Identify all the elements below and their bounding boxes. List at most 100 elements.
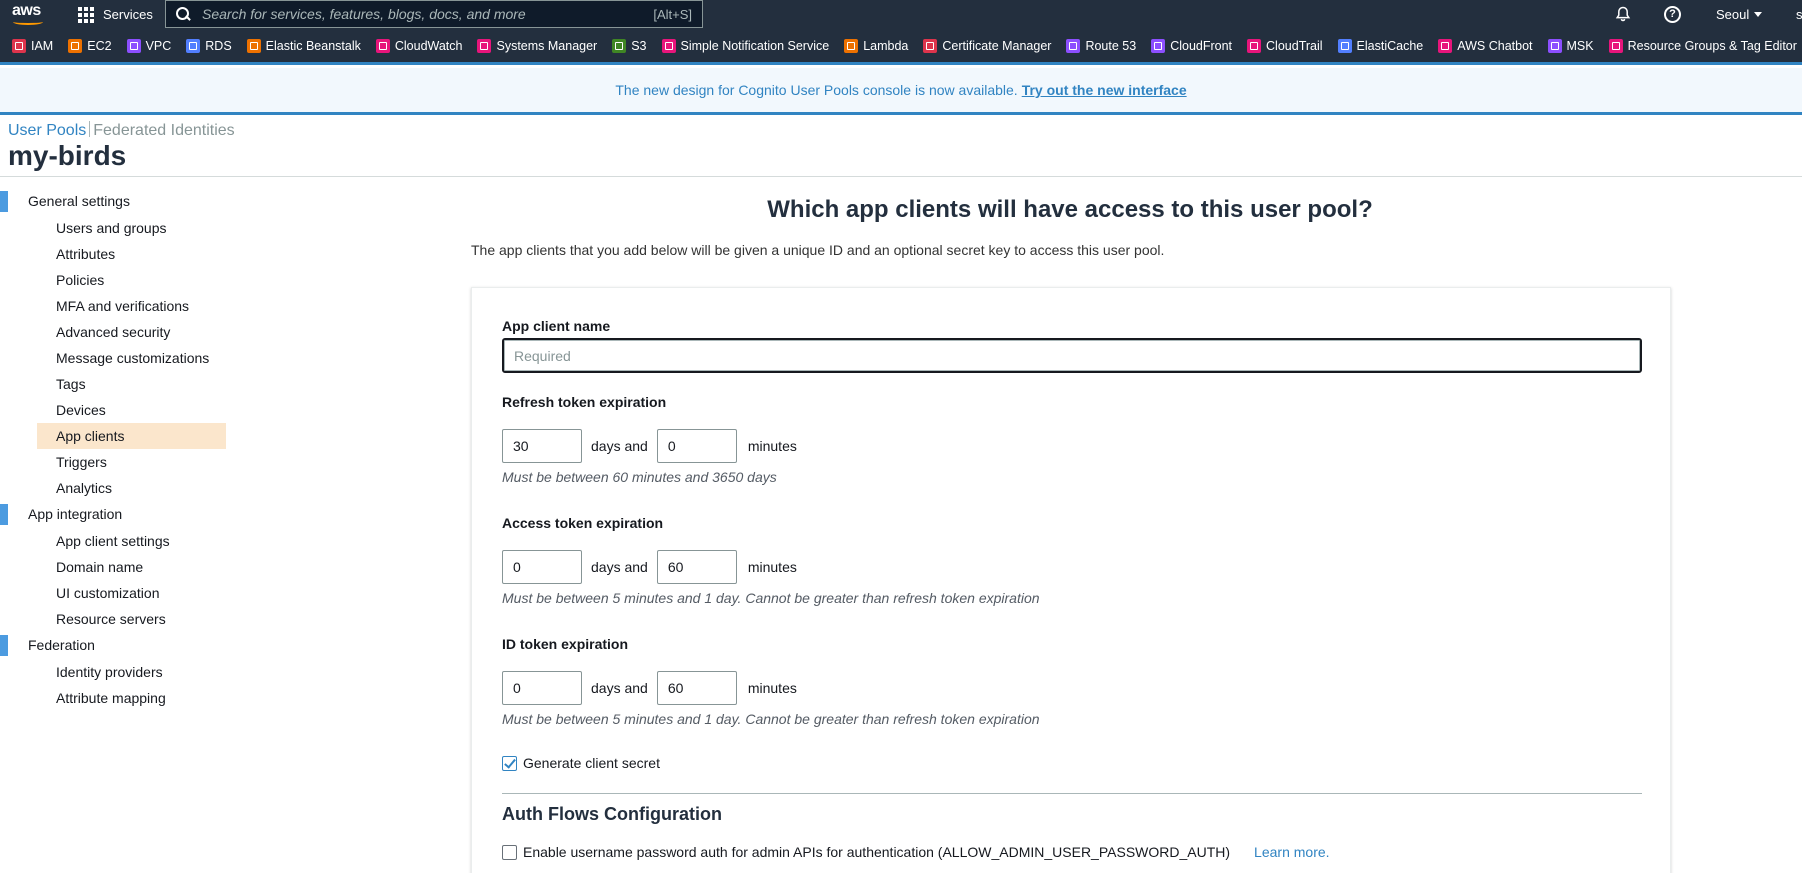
favorite-systems-manager[interactable]: Systems Manager bbox=[477, 38, 598, 53]
banner-text: The new design for Cognito User Pools co… bbox=[615, 82, 1018, 98]
id-days-input[interactable] bbox=[502, 671, 582, 705]
user-pools-link[interactable]: User Pools bbox=[8, 122, 86, 139]
favorite-s3[interactable]: S3 bbox=[612, 38, 647, 53]
favorite-elastic-beanstalk[interactable]: Elastic Beanstalk bbox=[246, 38, 361, 53]
search-input[interactable] bbox=[202, 6, 654, 22]
service-icon bbox=[477, 38, 492, 53]
favorite-label: VPC bbox=[145, 38, 172, 53]
sidebar-item-tags[interactable]: Tags bbox=[0, 371, 230, 397]
favorite-msk[interactable]: MSK bbox=[1547, 38, 1594, 53]
service-icon bbox=[1337, 38, 1352, 53]
sidebar-section-general-settings[interactable]: General settings bbox=[0, 188, 230, 215]
sidebar-item-attributes[interactable]: Attributes bbox=[0, 241, 230, 267]
sidebar-item-message-customizations[interactable]: Message customizations bbox=[0, 345, 230, 371]
service-icon bbox=[1608, 38, 1623, 53]
help-icon[interactable]: ? bbox=[1664, 6, 1681, 23]
sidebar-item-devices[interactable]: Devices bbox=[0, 397, 230, 423]
sidebar-item-attribute-mapping[interactable]: Attribute mapping bbox=[0, 685, 230, 711]
days-and-text: days and bbox=[591, 680, 648, 696]
favorite-aws-chatbot[interactable]: AWS Chatbot bbox=[1438, 38, 1533, 53]
favorite-label: IAM bbox=[31, 38, 54, 53]
id-minutes-input[interactable] bbox=[656, 671, 737, 705]
app-client-name-label: App client name bbox=[502, 318, 611, 334]
learn-more-link[interactable]: Learn more. bbox=[1254, 844, 1329, 860]
generate-secret-checkbox[interactable] bbox=[502, 755, 517, 771]
sidebar-item-advanced-security[interactable]: Advanced security bbox=[0, 319, 230, 345]
favorite-label: Lambda bbox=[863, 38, 909, 53]
try-new-interface-link[interactable]: Try out the new interface bbox=[1022, 82, 1187, 98]
favorite-ec2[interactable]: EC2 bbox=[68, 38, 112, 53]
account-menu[interactable]: s bbox=[1796, 0, 1802, 29]
favorite-label: RDS bbox=[205, 38, 232, 53]
services-menu-button[interactable]: Services bbox=[78, 0, 153, 29]
favorite-certificate-manager[interactable]: Certificate Manager bbox=[923, 38, 1052, 53]
favorite-cloudwatch[interactable]: CloudWatch bbox=[375, 38, 462, 53]
access-minutes-input[interactable] bbox=[656, 550, 737, 584]
favorite-label: EC2 bbox=[87, 38, 112, 53]
favorite-elasticache[interactable]: ElastiCache bbox=[1337, 38, 1424, 53]
sidebar-section-federation[interactable]: Federation bbox=[0, 632, 230, 659]
days-and-text: days and bbox=[591, 559, 648, 575]
sidebar-item-triggers[interactable]: Triggers bbox=[0, 449, 230, 475]
favorite-lambda[interactable]: Lambda bbox=[844, 38, 909, 53]
minutes-text: minutes bbox=[747, 438, 797, 454]
refresh-token-row: days and minutes bbox=[502, 429, 797, 463]
section-description: The app clients that you add below will … bbox=[471, 242, 1165, 258]
service-icon bbox=[68, 38, 83, 53]
service-icon bbox=[246, 38, 261, 53]
favorite-rds[interactable]: RDS bbox=[186, 38, 232, 53]
favorite-cloudfront[interactable]: CloudFront bbox=[1151, 38, 1233, 53]
sidebar-item-ui-customization[interactable]: UI customization bbox=[0, 580, 230, 606]
refresh-minutes-input[interactable] bbox=[656, 429, 737, 463]
sidebar-item-analytics[interactable]: Analytics bbox=[0, 475, 230, 501]
sidebar-item-domain-name[interactable]: Domain name bbox=[0, 554, 230, 580]
generate-secret-row[interactable]: Generate client secret bbox=[502, 755, 660, 771]
minutes-text: minutes bbox=[747, 559, 797, 575]
region-selector[interactable]: Seoul bbox=[1716, 0, 1763, 29]
favorite-label: CloudTrail bbox=[1266, 38, 1323, 53]
service-icon bbox=[612, 38, 627, 53]
id-token-row: days and minutes bbox=[502, 671, 797, 705]
logo-text: aws bbox=[12, 2, 41, 19]
sidebar-item-policies[interactable]: Policies bbox=[0, 267, 230, 293]
sidebar-item-users-and-groups[interactable]: Users and groups bbox=[0, 215, 230, 241]
app-client-name-input[interactable] bbox=[502, 338, 1642, 373]
favorite-cloudtrail[interactable]: CloudTrail bbox=[1247, 38, 1323, 53]
refresh-token-label: Refresh token expiration bbox=[502, 394, 667, 410]
favorites-bar: IAM EC2 VPC RDS Elastic Beanstalk CloudWatch S… bbox=[0, 29, 1802, 65]
favorite-label: Systems Manager bbox=[496, 38, 598, 53]
favorite-route-53[interactable]: Route 53 bbox=[1066, 38, 1136, 53]
page-title: my-birds bbox=[8, 140, 127, 171]
favorite-label: ElastiCache bbox=[1356, 38, 1424, 53]
refresh-days-input[interactable] bbox=[502, 429, 582, 463]
admin-auth-checkbox[interactable] bbox=[502, 844, 517, 860]
service-icon bbox=[126, 38, 141, 53]
sidebar-item-app-client-settings[interactable]: App client settings bbox=[0, 528, 230, 554]
sidebar-item-mfa-and-verifications[interactable]: MFA and verifications bbox=[0, 293, 230, 319]
access-days-input[interactable] bbox=[502, 550, 582, 584]
favorite-label: Certificate Manager bbox=[942, 38, 1052, 53]
favorite-simple-notification-service[interactable]: Simple Notification Service bbox=[661, 38, 829, 53]
sidebar-item-resource-servers[interactable]: Resource servers bbox=[0, 606, 230, 632]
admin-auth-row[interactable]: Enable username password auth for admin … bbox=[502, 844, 1330, 860]
favorite-vpc[interactable]: VPC bbox=[126, 38, 172, 53]
favorite-label: Resource Groups & Tag Editor bbox=[1627, 38, 1797, 53]
favorite-resource-groups-tag-editor[interactable]: Resource Groups & Tag Editor bbox=[1608, 38, 1797, 53]
service-icon bbox=[1547, 38, 1562, 53]
aws-logo[interactable]: aws bbox=[12, 2, 48, 26]
sidebar-section-app-integration[interactable]: App integration bbox=[0, 501, 230, 528]
services-label: Services bbox=[103, 7, 153, 22]
grid-icon bbox=[78, 6, 94, 23]
favorite-iam[interactable]: IAM bbox=[12, 38, 54, 53]
federated-identities-link[interactable]: Federated Identities bbox=[93, 122, 234, 139]
sidebar-item-app-clients[interactable]: App clients bbox=[37, 423, 226, 449]
favorite-label: MSK bbox=[1566, 38, 1594, 53]
search-bar[interactable]: [Alt+S] bbox=[165, 0, 703, 28]
favorite-label: CloudFront bbox=[1170, 38, 1233, 53]
sidebar-item-identity-providers[interactable]: Identity providers bbox=[0, 659, 230, 685]
breadcrumb-divider bbox=[89, 121, 91, 137]
bell-icon[interactable] bbox=[1615, 6, 1631, 22]
service-icon bbox=[1247, 38, 1262, 53]
auth-flows-heading: Auth Flows Configuration bbox=[502, 804, 722, 824]
region-label: Seoul bbox=[1716, 7, 1750, 22]
